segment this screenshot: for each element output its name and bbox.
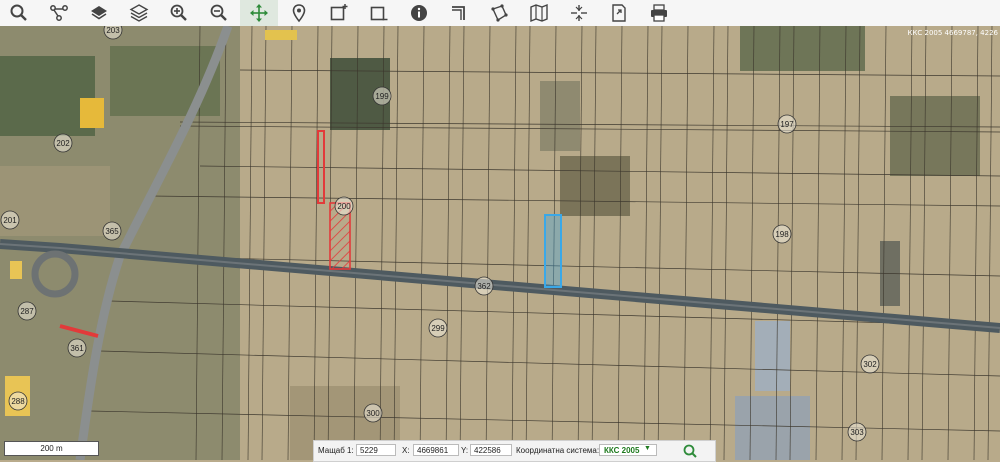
dark-field-4 bbox=[890, 96, 980, 176]
zoom-in-icon bbox=[170, 4, 187, 21]
map-tool[interactable] bbox=[520, 0, 558, 26]
greenhouse-2 bbox=[735, 396, 810, 460]
parcel-number-label: 201 bbox=[3, 216, 17, 225]
search-coordinates-icon[interactable] bbox=[682, 443, 698, 459]
parcel-number-label: 299 bbox=[431, 324, 445, 333]
zoom-out-icon bbox=[210, 4, 227, 21]
dropdown-arrow-icon[interactable]: ▼ bbox=[644, 445, 651, 452]
grid-tool[interactable] bbox=[560, 0, 598, 26]
measure-line-tool[interactable] bbox=[440, 0, 478, 26]
parcel-number-label: 197 bbox=[780, 120, 794, 129]
parcel-number-label: 202 bbox=[56, 139, 70, 148]
measure-line-icon bbox=[452, 6, 465, 20]
aerial-map-view[interactable]: 203 199 197 202 200 201 365 198 362 287 299 361 288 3… bbox=[0, 26, 1000, 460]
info-icon bbox=[411, 5, 427, 21]
parcel-number-label: 199 bbox=[375, 92, 389, 101]
green-field-ne bbox=[740, 26, 865, 71]
y-coordinate-input[interactable]: 422586 bbox=[470, 444, 512, 456]
parcel-number-label: 303 bbox=[850, 428, 864, 437]
layer-tool[interactable] bbox=[80, 0, 118, 26]
polygon-icon bbox=[491, 4, 508, 22]
dark-field-2 bbox=[540, 81, 580, 151]
network-tool[interactable] bbox=[40, 0, 78, 26]
map-canvas: 203 199 197 202 200 201 365 198 362 287 299 361 288 3… bbox=[0, 26, 1000, 460]
layers-tool[interactable] bbox=[120, 0, 158, 26]
scale-bar: 200 m bbox=[4, 441, 99, 456]
map-toolbar bbox=[0, 0, 1000, 27]
building-3 bbox=[265, 30, 297, 40]
printer-icon bbox=[651, 4, 667, 22]
layers-icon bbox=[129, 4, 149, 22]
export-tool[interactable] bbox=[600, 0, 638, 26]
parcel-number-label: 361 bbox=[70, 344, 84, 353]
deselect-box-tool[interactable] bbox=[360, 0, 398, 26]
search-tool[interactable] bbox=[0, 0, 38, 26]
marker-tool[interactable] bbox=[280, 0, 318, 26]
export-document-icon bbox=[612, 4, 626, 22]
parcel-number-label: 288 bbox=[11, 397, 25, 406]
grid-split-icon bbox=[571, 5, 587, 21]
info-tool[interactable] bbox=[400, 0, 438, 26]
pan-tool[interactable] bbox=[240, 0, 278, 26]
status-bar: Мащаб 1: 5229 X: 4669861 Y: 422586 Коорд… bbox=[313, 440, 716, 462]
measure-area-tool[interactable] bbox=[480, 0, 518, 26]
coordinate-readout: ККС 2005 4669787, 4226 bbox=[907, 29, 998, 37]
x-coordinate-input[interactable]: 4669861 bbox=[413, 444, 459, 456]
parcel-number-label: 365 bbox=[105, 227, 119, 236]
network-icon bbox=[50, 5, 68, 21]
select-box-tool[interactable] bbox=[320, 0, 358, 26]
x-label: X: bbox=[402, 446, 410, 455]
zoom-in-tool[interactable] bbox=[160, 0, 198, 26]
greenhouse-1 bbox=[755, 321, 790, 391]
map-pin-icon bbox=[292, 4, 306, 23]
parcel-number-label: 302 bbox=[863, 360, 877, 369]
coordinate-system-label: Координатна система: bbox=[516, 446, 600, 455]
building-1 bbox=[80, 98, 104, 128]
select-box-plus-icon bbox=[330, 4, 348, 21]
pan-arrows-icon bbox=[250, 4, 268, 22]
parcel-number-label: 200 bbox=[337, 202, 351, 211]
parcel-number-label: 198 bbox=[775, 230, 789, 239]
scale-label: Мащаб 1: bbox=[318, 446, 354, 455]
search-icon bbox=[10, 4, 27, 21]
select-box-minus-icon bbox=[370, 6, 388, 21]
parcel-number-label: 203 bbox=[106, 26, 120, 35]
print-tool[interactable] bbox=[640, 0, 678, 26]
zoom-out-tool[interactable] bbox=[200, 0, 238, 26]
y-label: Y: bbox=[461, 446, 469, 455]
building-4 bbox=[10, 261, 22, 279]
parcel-number-label: 300 bbox=[366, 409, 380, 418]
layer-icon bbox=[91, 6, 107, 20]
highlight-blue-parcel bbox=[544, 214, 562, 288]
scale-input[interactable]: 5229 bbox=[356, 444, 396, 456]
folded-map-icon bbox=[530, 3, 548, 23]
parcel-number-label: 287 bbox=[20, 307, 34, 316]
parcel-number-label: 362 bbox=[477, 282, 491, 291]
